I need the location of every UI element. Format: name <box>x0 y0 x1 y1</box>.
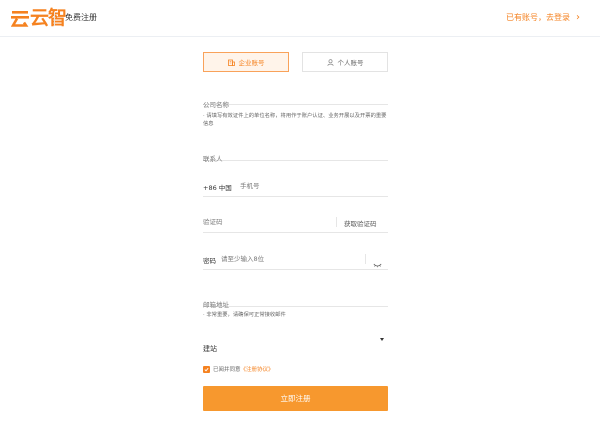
page-title: 免费注册 <box>65 13 97 22</box>
agreement-link[interactable]: 《注册协议》 <box>241 365 274 373</box>
company-name-field[interactable] <box>203 92 388 109</box>
tab-company-label: 企业账号 <box>238 59 265 67</box>
email-input[interactable] <box>203 301 388 309</box>
register-button[interactable]: 立即注册 <box>203 386 388 411</box>
company-name-hint: · 请填写有效证件上的单位名称，将用作于账户认证、业务开展以及开票的重要信息 <box>203 113 387 127</box>
company-icon <box>227 59 235 66</box>
phone-input[interactable] <box>240 182 385 190</box>
cloud-logo-icon <box>11 11 29 27</box>
email-hint: · 非常重要，请确保可正常接收邮件 <box>203 312 286 318</box>
eye-closed-icon[interactable] <box>373 254 382 273</box>
email-field[interactable] <box>203 292 388 309</box>
phone-field: +86 中国 <box>203 182 388 197</box>
logo-text: 云智 <box>30 6 67 29</box>
site-select[interactable]: 建站 <box>203 336 388 353</box>
user-icon <box>326 58 334 66</box>
password-label: 密码 <box>203 257 216 265</box>
site-select-value: 建站 <box>203 345 217 353</box>
logo[interactable]: 云智 <box>11 6 67 30</box>
agreement-row: 已阅并同意 《注册协议》 <box>203 365 274 373</box>
tab-personal-label: 个人账号 <box>337 59 364 67</box>
get-code-button[interactable]: 获取验证码 <box>344 218 377 228</box>
country-code-select[interactable]: +86 中国 <box>203 182 232 192</box>
login-link[interactable]: 已有账号，去登录 › <box>506 12 580 24</box>
account-type-tabs: 企业账号 个人账号 <box>203 52 388 72</box>
verify-code-input[interactable] <box>203 218 328 226</box>
password-field: 密码 <box>203 254 388 273</box>
checkmark-icon <box>204 367 209 371</box>
code-divider <box>336 217 337 227</box>
tab-personal-account[interactable]: 个人账号 <box>302 52 388 72</box>
login-link-label: 已有账号，去登录 <box>506 13 570 22</box>
contact-input[interactable] <box>203 155 388 163</box>
top-header: 云智 免费注册 已有账号，去登录 › <box>0 0 600 37</box>
register-form: 企业账号 个人账号 · 请填写有效证件上的单位名称，将用作于账户认证、业务开展以… <box>203 52 388 411</box>
verify-code-field: 获取验证码 <box>203 217 388 233</box>
password-divider <box>365 254 366 264</box>
contact-field[interactable] <box>203 146 388 163</box>
password-input[interactable] <box>221 255 361 263</box>
agreement-checkbox[interactable] <box>203 365 210 373</box>
chevron-right-icon: › <box>576 12 580 23</box>
caret-down-icon <box>380 338 384 341</box>
company-name-input[interactable] <box>203 101 388 109</box>
title-divider <box>54 12 55 26</box>
tab-company-account[interactable]: 企业账号 <box>203 52 289 72</box>
agreement-text: 已阅并同意 <box>213 367 241 373</box>
